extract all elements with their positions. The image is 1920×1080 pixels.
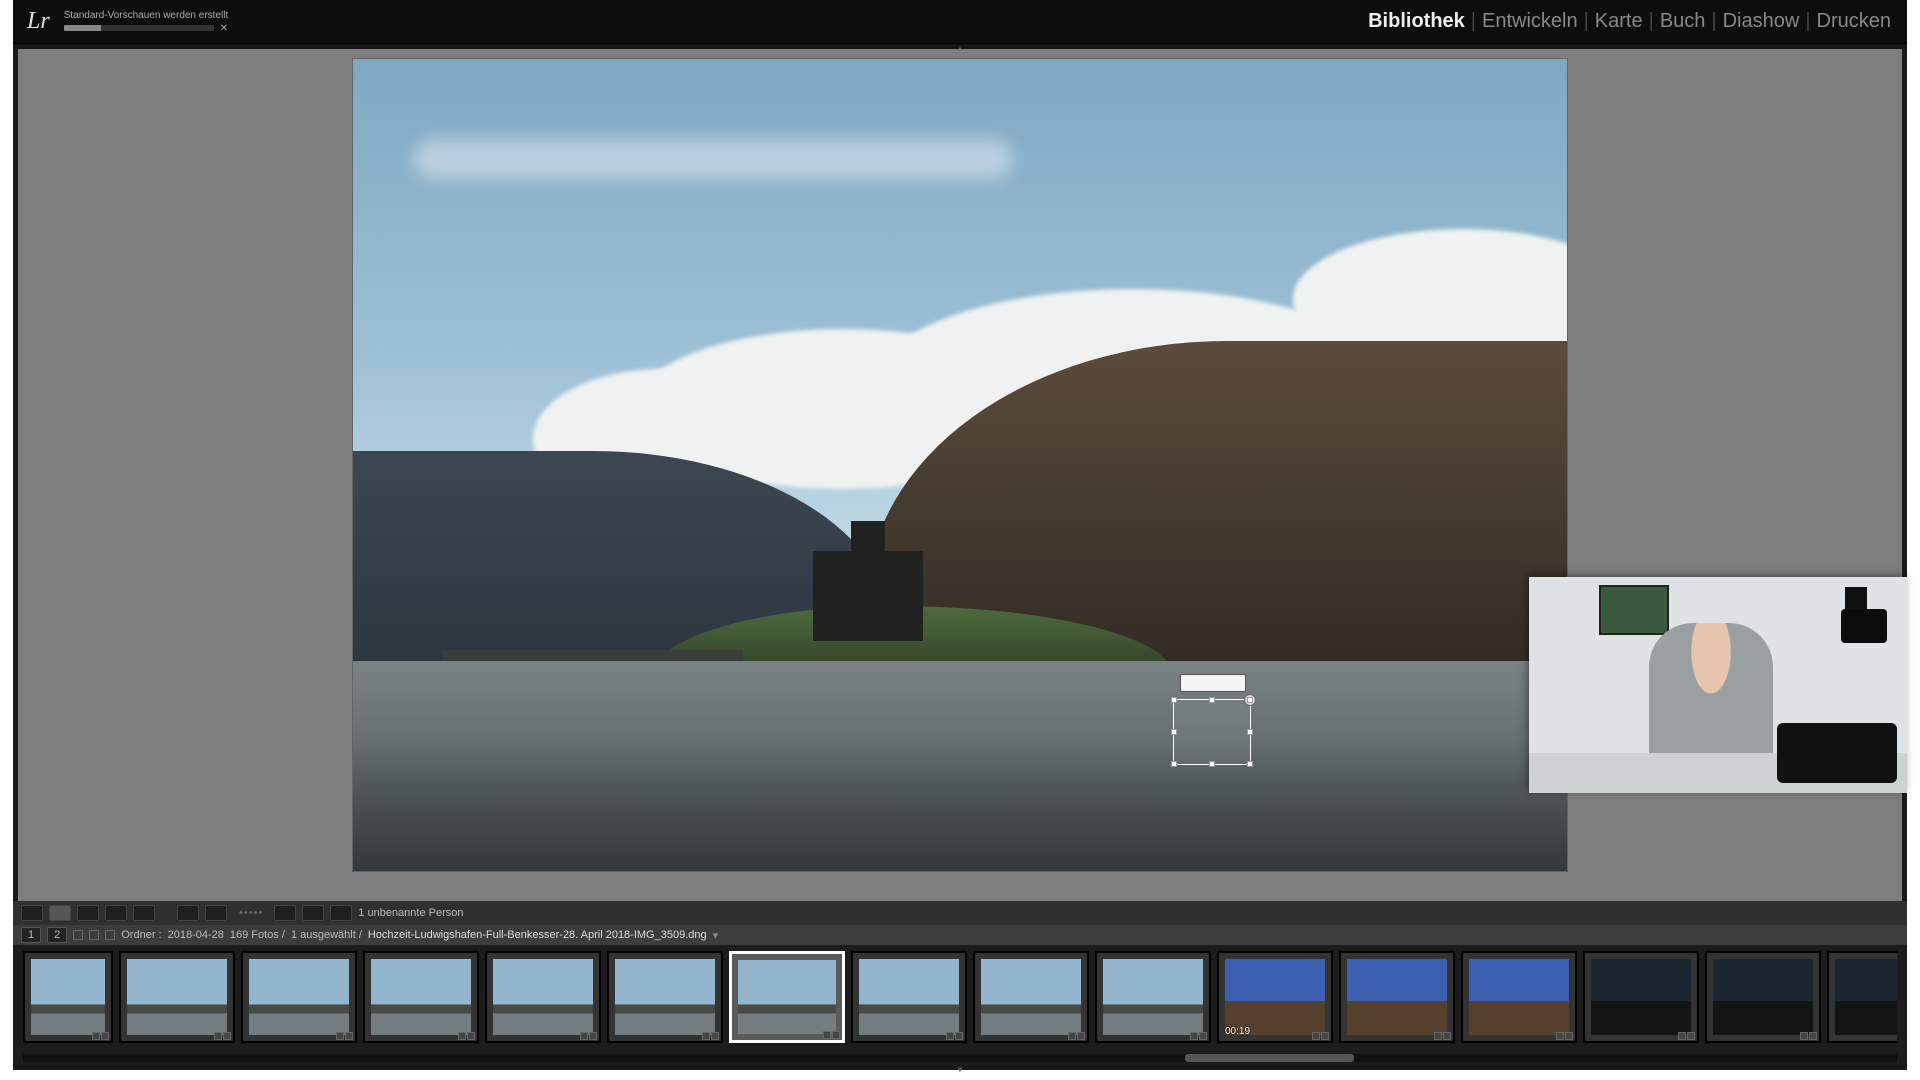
filmstrip-thumb[interactable] xyxy=(1339,951,1455,1043)
grid-mini-button[interactable] xyxy=(73,930,83,940)
source-dropdown-icon[interactable]: ▾ xyxy=(713,929,719,942)
back-button[interactable] xyxy=(89,930,99,940)
filmstrip-scrollbar-handle[interactable] xyxy=(1185,1054,1354,1062)
star-2[interactable]: • xyxy=(244,907,248,919)
loupe-image[interactable] xyxy=(353,59,1567,871)
module-entwickeln[interactable]: Entwickeln xyxy=(1476,10,1584,33)
progress-indicator: Standard-Vorschauen werden erstellt ✕ xyxy=(64,10,229,34)
rotate-cw-button[interactable] xyxy=(302,905,324,921)
filmstrip-scrollbar[interactable] xyxy=(23,1054,1897,1062)
secondary-display-toggle[interactable]: 2 xyxy=(47,927,67,943)
survey-view-button[interactable] xyxy=(105,905,127,921)
webcam-overlay xyxy=(1529,577,1907,793)
rating-stars[interactable]: ••••• xyxy=(239,907,262,919)
top-bar: Lr Standard-Vorschauen werden erstellt ✕… xyxy=(13,0,1907,44)
folder-date[interactable]: 2018-04-28 xyxy=(168,929,224,941)
star-5[interactable]: • xyxy=(258,907,262,919)
draw-face-region-button[interactable] xyxy=(330,905,352,921)
loupe-view-button[interactable] xyxy=(49,905,71,921)
photo-count-label: 169 Fotos / xyxy=(230,929,285,941)
bottom-panel-collapse-handle[interactable]: ▼ xyxy=(13,1065,1907,1070)
star-4[interactable]: • xyxy=(254,907,258,919)
grid-view-button[interactable] xyxy=(21,905,43,921)
filmstrip-thumb[interactable] xyxy=(1461,951,1577,1043)
filmstrip-thumb[interactable] xyxy=(1095,951,1211,1043)
filmstrip-thumb[interactable] xyxy=(1583,951,1699,1043)
filmstrip-thumb[interactable] xyxy=(241,951,357,1043)
star-1[interactable]: • xyxy=(239,907,243,919)
rotate-ccw-button[interactable] xyxy=(274,905,296,921)
module-diashow[interactable]: Diashow xyxy=(1717,10,1806,33)
face-region-selection[interactable] xyxy=(1173,699,1251,765)
module-switcher: Bibliothek|Entwickeln|Karte|Buch|Diashow… xyxy=(1362,0,1897,43)
video-duration: 00:19 xyxy=(1225,1026,1250,1037)
module-karte[interactable]: Karte xyxy=(1589,10,1649,33)
primary-display-toggle[interactable]: 1 xyxy=(21,927,41,943)
filmstrip-info-bar: 1 2 Ordner : 2018-04-28 169 Fotos / 1 au… xyxy=(13,925,1907,945)
left-panel-collapse-handle[interactable] xyxy=(13,49,18,901)
filmstrip-thumb[interactable] xyxy=(485,951,601,1043)
flag-reject-button[interactable] xyxy=(205,905,227,921)
filmstrip-thumb[interactable] xyxy=(973,951,1089,1043)
filmstrip-thumb[interactable] xyxy=(119,951,235,1043)
progress-bar xyxy=(64,25,214,31)
module-drucken[interactable]: Drucken xyxy=(1811,10,1897,33)
filmstrip-thumb[interactable]: 00:19 xyxy=(1217,951,1333,1043)
current-filename: Hochzeit-Ludwigshafen-Full-Benkesser-28.… xyxy=(368,929,707,941)
star-3[interactable]: • xyxy=(249,907,253,919)
filmstrip-thumb[interactable] xyxy=(1827,951,1897,1043)
person-count-label: 1 unbenannte Person xyxy=(358,907,463,919)
lightroom-window: Lr Standard-Vorschauen werden erstellt ✕… xyxy=(13,0,1907,1070)
forward-button[interactable] xyxy=(105,930,115,940)
module-bibliothek[interactable]: Bibliothek xyxy=(1362,10,1471,33)
progress-label: Standard-Vorschauen werden erstellt xyxy=(64,10,229,21)
folder-label: Ordner : xyxy=(121,929,161,941)
filmstrip-thumb[interactable] xyxy=(363,951,479,1043)
people-view-button[interactable] xyxy=(133,905,155,921)
flag-pick-button[interactable] xyxy=(177,905,199,921)
filmstrip-thumb[interactable] xyxy=(1705,951,1821,1043)
filmstrip-thumb[interactable] xyxy=(607,951,723,1043)
selection-count-label: 1 ausgewählt / xyxy=(291,929,362,941)
filmstrip-thumb[interactable] xyxy=(729,951,845,1043)
filmstrip-thumb[interactable] xyxy=(851,951,967,1043)
filmstrip: 00:19 xyxy=(13,945,1907,1065)
face-name-input[interactable] xyxy=(1180,674,1246,692)
filmstrip-thumb[interactable] xyxy=(23,951,113,1043)
loupe-toolbar: ••••• 1 unbenannte Person xyxy=(13,901,1907,925)
module-buch[interactable]: Buch xyxy=(1654,10,1712,33)
close-icon[interactable]: ✕ xyxy=(220,23,228,34)
app-logo: Lr xyxy=(21,8,56,35)
compare-view-button[interactable] xyxy=(77,905,99,921)
loupe-area xyxy=(13,49,1907,901)
